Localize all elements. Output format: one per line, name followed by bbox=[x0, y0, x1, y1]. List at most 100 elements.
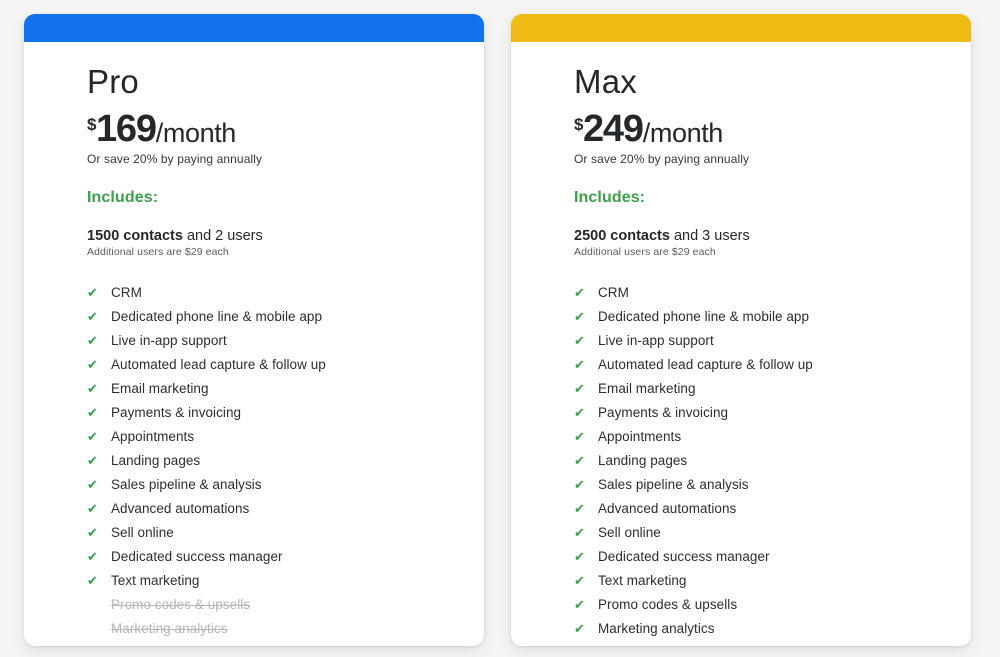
feature-item: ✔ Sell online bbox=[87, 520, 484, 544]
check-icon: ✔ bbox=[574, 452, 585, 468]
feature-label: Appointments bbox=[598, 428, 682, 444]
check-icon: ✔ bbox=[574, 284, 585, 300]
feature-item: ✔ Payments & invoicing bbox=[87, 400, 484, 424]
feature-item: ✔ Sell online bbox=[574, 520, 971, 544]
check-icon: ✔ bbox=[574, 356, 585, 372]
feature-label: Automated lead capture & follow up bbox=[598, 356, 813, 372]
feature-item: ✔ Dedicated success manager bbox=[87, 544, 484, 568]
feature-item: ✔ Automated lead capture & follow up bbox=[574, 352, 971, 376]
additional-users-note-max: Additional users are $29 each bbox=[574, 246, 716, 259]
check-icon: ✔ bbox=[574, 332, 585, 348]
feature-label: Sell online bbox=[111, 524, 174, 540]
feature-item: ✔ Live in-app support bbox=[574, 328, 971, 352]
currency-symbol: $ bbox=[87, 115, 96, 135]
check-icon: ✔ bbox=[574, 308, 585, 324]
feature-label: Live in-app support bbox=[111, 332, 227, 348]
feature-item: ✔ Live in-app support bbox=[87, 328, 484, 352]
check-icon: ✔ bbox=[87, 332, 98, 348]
users-count: and 2 users bbox=[182, 228, 263, 245]
feature-item: ✔ Landing pages bbox=[574, 448, 971, 472]
feature-label: Text marketing bbox=[111, 572, 200, 588]
plan-price-pro: $ 169 /month bbox=[87, 110, 484, 148]
feature-item: ✔ CRM bbox=[87, 280, 484, 304]
feature-item: ✔ Payments & invoicing bbox=[574, 400, 971, 424]
plan-name-max: Max bbox=[574, 63, 637, 100]
feature-label: Landing pages bbox=[111, 452, 201, 468]
feature-label: Text marketing bbox=[598, 572, 687, 588]
feature-item: Marketing analytics bbox=[87, 616, 484, 640]
currency-symbol: $ bbox=[574, 115, 583, 135]
feature-item: ✔ Sales pipeline & analysis bbox=[574, 472, 971, 496]
feature-item: ✔ CRM bbox=[574, 280, 971, 304]
feature-label: Dedicated success manager bbox=[111, 548, 283, 564]
price-period: /month bbox=[642, 118, 724, 149]
feature-item: ✔ Sales pipeline & analysis bbox=[87, 472, 484, 496]
feature-label: Payments & invoicing bbox=[111, 404, 242, 420]
contacts-and-users-pro: 1500 contacts and 2 users bbox=[87, 228, 484, 244]
feature-label: Sell online bbox=[598, 524, 661, 540]
includes-label-pro: Includes: bbox=[87, 189, 159, 207]
feature-item: ✔ Automated lead capture & follow up bbox=[87, 352, 484, 376]
pricing-card-max[interactable]: Max $ 249 /month Or save 20% by paying a… bbox=[511, 14, 971, 646]
card-accent-bar-max bbox=[511, 14, 971, 42]
feature-label: Automated lead capture & follow up bbox=[111, 356, 326, 372]
check-icon: ✔ bbox=[574, 572, 585, 588]
feature-item: ✔ Email marketing bbox=[87, 376, 484, 400]
feature-label: CRM bbox=[111, 284, 142, 300]
users-count: and 3 users bbox=[669, 228, 750, 245]
check-icon: ✔ bbox=[87, 428, 98, 444]
feature-label: Payments & invoicing bbox=[598, 404, 729, 420]
feature-label: Sales pipeline & analysis bbox=[111, 476, 262, 492]
feature-label: Sales pipeline & analysis bbox=[598, 476, 749, 492]
feature-item: ✔ Appointments bbox=[574, 424, 971, 448]
feature-label: Marketing analytics bbox=[111, 620, 228, 636]
contacts-and-users-max: 2500 contacts and 3 users bbox=[574, 228, 971, 244]
feature-item: ✔ Email marketing bbox=[574, 376, 971, 400]
card-accent-bar-pro bbox=[24, 14, 484, 42]
check-icon: ✔ bbox=[87, 356, 98, 372]
annual-savings-note-pro: Or save 20% by paying annually bbox=[87, 152, 263, 167]
feature-item: ✔ Advanced automations bbox=[574, 496, 971, 520]
check-icon: ✔ bbox=[574, 500, 585, 516]
annual-savings-note-max: Or save 20% by paying annually bbox=[574, 152, 750, 167]
check-icon: ✔ bbox=[87, 476, 98, 492]
feature-label: Advanced automations bbox=[111, 500, 250, 516]
check-icon: ✔ bbox=[574, 404, 585, 420]
feature-label: Dedicated success manager bbox=[598, 548, 770, 564]
check-icon: ✔ bbox=[87, 572, 98, 588]
feature-label: Promo codes & upsells bbox=[111, 596, 251, 612]
contacts-count: 1500 contacts bbox=[87, 228, 183, 245]
feature-label: Promo codes & upsells bbox=[598, 596, 738, 612]
feature-list-max: ✔ CRM ✔ Dedicated phone line & mobile app ✔ L… bbox=[574, 280, 971, 640]
feature-label: Appointments bbox=[111, 428, 195, 444]
check-icon: ✔ bbox=[574, 380, 585, 396]
feature-label: Email marketing bbox=[111, 380, 209, 396]
feature-item: ✔ Dedicated phone line & mobile app bbox=[574, 304, 971, 328]
feature-item: ✔ Appointments bbox=[87, 424, 484, 448]
check-icon: ✔ bbox=[87, 548, 98, 564]
feature-label: Advanced automations bbox=[598, 500, 737, 516]
feature-item: ✔ Landing pages bbox=[87, 448, 484, 472]
check-icon: ✔ bbox=[574, 596, 585, 612]
card-body-pro: Pro $ 169 /month Or save 20% by paying a… bbox=[24, 42, 484, 640]
pricing-card-pro[interactable]: Pro $ 169 /month Or save 20% by paying a… bbox=[24, 14, 484, 646]
feature-item: ✔ Text marketing bbox=[87, 568, 484, 592]
feature-item: ✔ Dedicated phone line & mobile app bbox=[87, 304, 484, 328]
feature-item: Promo codes & upsells bbox=[87, 592, 484, 616]
feature-label: Landing pages bbox=[598, 452, 688, 468]
check-icon: ✔ bbox=[87, 380, 98, 396]
check-icon: ✔ bbox=[574, 524, 585, 540]
price-period: /month bbox=[155, 118, 237, 149]
check-icon: ✔ bbox=[87, 500, 98, 516]
feature-item: ✔ Text marketing bbox=[574, 568, 971, 592]
feature-item: ✔ Advanced automations bbox=[87, 496, 484, 520]
feature-list-pro: ✔ CRM ✔ Dedicated phone line & mobile app ✔ L… bbox=[87, 280, 484, 640]
check-icon: ✔ bbox=[574, 428, 585, 444]
contacts-count: 2500 contacts bbox=[574, 228, 670, 245]
feature-label: Dedicated phone line & mobile app bbox=[111, 308, 323, 324]
check-icon: ✔ bbox=[87, 308, 98, 324]
feature-label: Marketing analytics bbox=[598, 620, 715, 636]
feature-label: Live in-app support bbox=[598, 332, 714, 348]
check-icon: ✔ bbox=[574, 620, 585, 636]
feature-item: ✔ Dedicated success manager bbox=[574, 544, 971, 568]
